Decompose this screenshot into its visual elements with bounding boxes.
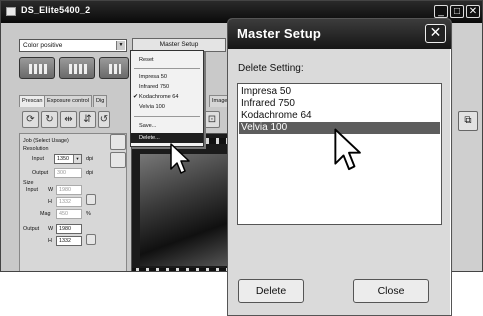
tab-dig[interactable]: Dig (93, 95, 107, 107)
crop-frame-icon[interactable]: ⧉ (458, 111, 478, 131)
screenshot: DS_Elite5400_2 _ □ ✕ Color positive ▼ Ma… (0, 0, 483, 316)
input-label: Input (32, 156, 44, 162)
mouse-pointer-icon (170, 143, 190, 174)
size-output-w-field[interactable]: 1980 (56, 224, 82, 234)
size-input-w-label: W (48, 187, 54, 193)
list-item-kodachrome-64[interactable]: Kodachrome 64 (239, 110, 440, 122)
minimize-icon[interactable]: _ (434, 5, 448, 18)
menu-item-impresa-50[interactable]: Impresa 50 (131, 72, 203, 82)
size-input-h-value: 1332 (59, 199, 71, 205)
size-output-w-label: W (48, 226, 54, 232)
menu-item-velvia-100[interactable]: Velvia 100 (131, 102, 203, 112)
window-close-icon[interactable]: ✕ (466, 5, 480, 18)
output-resolution-value: 300 (57, 170, 66, 176)
mouse-pointer-icon (334, 128, 361, 171)
maximize-icon[interactable]: □ (450, 5, 464, 18)
auto-exposure-icon[interactable]: ⟳ (22, 111, 39, 128)
job-settings-panel: Job (Select Usage) Resolution Input 1350… (19, 133, 127, 271)
zoom-icon[interactable]: ⊡ (204, 111, 220, 128)
menu-separator (134, 116, 200, 117)
input-dpi-unit: dpi (86, 156, 94, 162)
main-window-title: DS_Elite5400_2 (21, 5, 91, 15)
size-label: Size (23, 180, 34, 186)
close-icon[interactable]: ✕ (425, 24, 446, 43)
rotate-icon[interactable]: ↺ (98, 111, 110, 128)
size-input-label: Input (26, 187, 38, 193)
film-type-value: Color positive (23, 42, 63, 49)
close-button[interactable]: Close (353, 279, 429, 303)
list-item-impresa-50[interactable]: Impresa 50 (239, 86, 440, 98)
size-output-h-field[interactable]: 1332 (56, 236, 82, 246)
delete-setting-label: Delete Setting: (238, 63, 304, 74)
size-output-w-value: 1980 (59, 226, 71, 232)
delete-button[interactable]: Delete (238, 279, 304, 303)
dialog-body: Delete Setting: Impresa 50 Infrared 750 … (229, 49, 450, 315)
list-item-infrared-750[interactable]: Infrared 750 (239, 98, 440, 110)
master-setup-menu: Reset Impresa 50 Infrared 750 ✔ Kodachro… (130, 50, 204, 147)
refresh-icon[interactable]: ↻ (41, 111, 58, 128)
tab-prescan[interactable]: Prescan (19, 95, 46, 107)
menu-item-kodachrome-64[interactable]: Kodachrome 64 (131, 92, 203, 102)
tab-exposure-control[interactable]: Exposure control (44, 95, 92, 107)
menu-separator (134, 68, 200, 69)
job-list-icon[interactable] (110, 134, 126, 150)
output-resolution-field[interactable]: 300 (54, 168, 82, 178)
mag-value: 450 (59, 211, 68, 217)
size-input-w-field[interactable]: 1980 (56, 185, 82, 195)
scan-button[interactable] (99, 57, 129, 79)
job-label: Job (Select Usage) (23, 138, 69, 144)
page-icon[interactable] (110, 152, 126, 168)
menu-item-reset[interactable]: Reset (131, 55, 203, 65)
chevron-down-icon: ▼ (73, 155, 81, 163)
index-scan-icon (29, 64, 47, 74)
prescan-icon (69, 64, 87, 74)
input-resolution-value: 1350 (57, 156, 69, 162)
flip-horizontal-icon[interactable]: ⇹ (60, 111, 77, 128)
film-sprocket-bottom (132, 268, 233, 271)
lock-icon[interactable] (86, 234, 96, 245)
chevron-down-icon: ▼ (116, 41, 125, 50)
right-toolbar: ⧉ (453, 23, 482, 271)
lock-icon[interactable] (86, 194, 96, 205)
app-icon (6, 7, 16, 16)
scan-icon (109, 64, 121, 74)
size-input-h-label: H (48, 199, 52, 205)
size-input-w-value: 1980 (59, 187, 71, 193)
input-resolution-field[interactable]: 1350 ▼ (54, 154, 82, 164)
mag-percent-unit: % (86, 211, 91, 217)
prescan-button[interactable] (59, 57, 95, 79)
resolution-label: Resolution (23, 146, 49, 152)
film-type-select[interactable]: Color positive ▼ (19, 39, 127, 52)
menu-item-delete[interactable]: Delete... (131, 133, 203, 143)
output-label: Output (32, 170, 49, 176)
dialog-titlebar[interactable]: Master Setup ✕ (228, 19, 451, 49)
index-scan-button[interactable] (19, 57, 55, 79)
flip-vertical-icon[interactable]: ⇵ (79, 111, 96, 128)
mag-label: Mag (40, 211, 51, 217)
size-output-label: Output (23, 226, 40, 232)
menu-item-infrared-750[interactable]: Infrared 750 (131, 82, 203, 92)
dialog-title: Master Setup (237, 26, 322, 41)
output-dpi-unit: dpi (86, 170, 94, 176)
mag-field[interactable]: 450 (56, 209, 82, 219)
menu-item-save[interactable]: Save... (131, 121, 203, 131)
size-output-h-value: 1332 (59, 238, 71, 244)
size-output-h-label: H (48, 238, 52, 244)
size-input-h-field[interactable]: 1332 (56, 197, 82, 207)
